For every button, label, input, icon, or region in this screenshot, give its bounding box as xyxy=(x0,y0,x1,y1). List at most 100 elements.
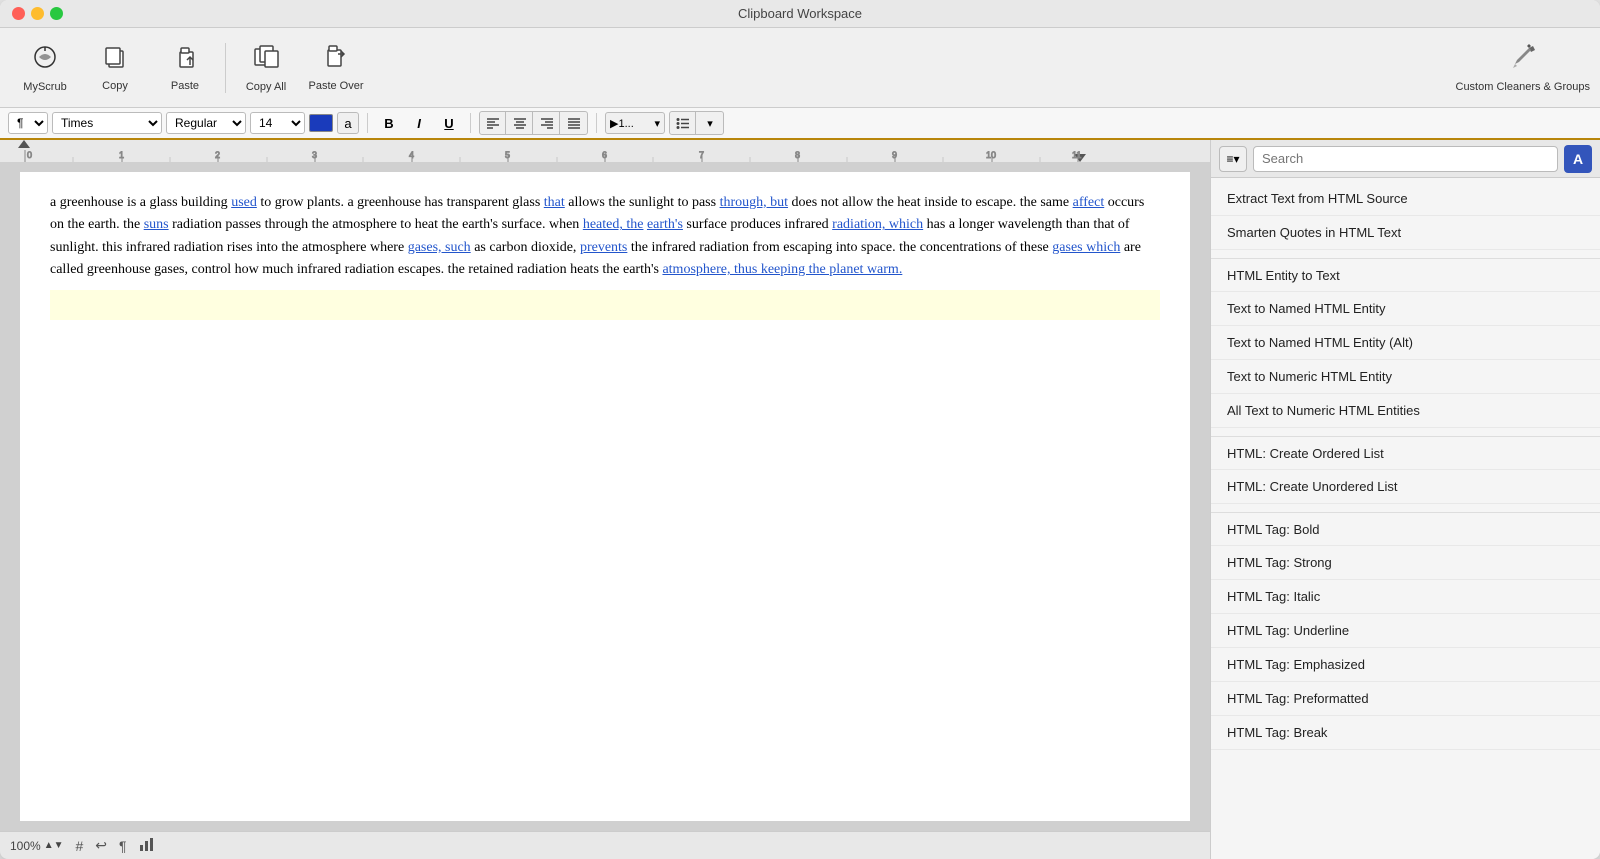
panel-menu-icon: ≡▾ xyxy=(1226,152,1239,166)
return-icon[interactable]: ↩ xyxy=(95,837,107,854)
font-family-select[interactable]: Times Helvetica Arial xyxy=(52,112,162,134)
panel-list-item[interactable]: HTML Tag: Italic xyxy=(1211,580,1600,614)
copy-icon xyxy=(102,44,128,76)
zoom-value: 100% xyxy=(10,839,41,853)
copy-button[interactable]: Copy xyxy=(80,33,150,103)
custom-cleaners-button[interactable]: Custom Cleaners & Groups xyxy=(1456,42,1591,93)
italic-label: I xyxy=(417,116,421,131)
panel-list-item[interactable]: Text to Named HTML Entity (Alt) xyxy=(1211,326,1600,360)
panel-list-item[interactable]: HTML Entity to Text xyxy=(1211,258,1600,292)
link-earths[interactable]: earth's xyxy=(647,217,683,232)
right-panel-header: ≡▾ A xyxy=(1211,140,1600,178)
a-language-icon[interactable]: A xyxy=(1564,145,1592,173)
myscrub-button[interactable]: MyScrub xyxy=(10,33,80,103)
bold-button[interactable]: B xyxy=(376,112,402,134)
paste-icon xyxy=(172,44,198,76)
alignment-group xyxy=(479,111,588,135)
right-panel-list: Extract Text from HTML SourceSmarten Quo… xyxy=(1211,178,1600,859)
link-suns[interactable]: suns xyxy=(144,217,169,232)
panel-list-item[interactable]: HTML Tag: Underline xyxy=(1211,614,1600,648)
paragraph-style-group: ¶ ▼ xyxy=(8,112,48,134)
minimize-button[interactable] xyxy=(31,7,44,20)
editor-paragraph-1: a greenhouse is a glass building used to… xyxy=(50,192,1160,282)
toolbar: MyScrub Copy Paste xyxy=(0,28,1600,108)
link-prevents[interactable]: prevents xyxy=(580,240,627,255)
chart-icon[interactable] xyxy=(139,837,155,854)
link-heated-the[interactable]: heated, the xyxy=(583,217,644,232)
svg-text:9: 9 xyxy=(892,150,897,160)
editor-page[interactable]: a greenhouse is a glass building used to… xyxy=(20,172,1190,821)
zoom-control[interactable]: 100% ▲▼ xyxy=(10,839,64,853)
panel-list-item[interactable]: Smarten Quotes in HTML Text xyxy=(1211,216,1600,250)
pilcrow-icon[interactable]: ¶ xyxy=(119,838,127,854)
svg-text:2: 2 xyxy=(215,150,220,160)
panel-list-item[interactable]: Text to Named HTML Entity xyxy=(1211,292,1600,326)
svg-text:1: 1 xyxy=(119,150,124,160)
svg-text:6: 6 xyxy=(602,150,607,160)
link-radiation-which[interactable]: radiation, which xyxy=(832,217,923,232)
custom-cleaners-label: Custom Cleaners & Groups xyxy=(1456,81,1591,93)
char-format-button[interactable]: a xyxy=(337,112,359,134)
format-divider-2 xyxy=(470,113,471,133)
numbered-list-chevron: ▾ xyxy=(654,117,660,130)
editor-container: 0 1 2 3 4 5 6 7 xyxy=(0,140,1210,859)
ruler: 0 1 2 3 4 5 6 7 xyxy=(0,140,1210,162)
close-button[interactable] xyxy=(12,7,25,20)
panel-list-item[interactable]: HTML: Create Ordered List xyxy=(1211,436,1600,470)
panel-list-item[interactable]: HTML Tag: Bold xyxy=(1211,512,1600,546)
char-format-label: a xyxy=(344,116,351,131)
title-bar: Clipboard Workspace xyxy=(0,0,1600,28)
align-right-button[interactable] xyxy=(534,112,560,134)
numbered-list-dropdown[interactable]: ▶1... ▾ xyxy=(605,112,665,134)
align-center-button[interactable] xyxy=(507,112,533,134)
align-justify-button[interactable] xyxy=(561,112,587,134)
link-gases-which[interactable]: gases which xyxy=(1052,240,1120,255)
bullet-list-button[interactable] xyxy=(670,112,696,134)
paste-over-label: Paste Over xyxy=(308,80,363,92)
paragraph-style-select[interactable]: ¶ ▼ xyxy=(8,112,48,134)
copy-all-label: Copy All xyxy=(246,81,286,93)
font-size-select[interactable]: 14 10 12 16 18 xyxy=(250,112,305,134)
zoom-stepper-icon[interactable]: ▲▼ xyxy=(44,840,64,851)
link-affect[interactable]: affect xyxy=(1073,195,1105,210)
copy-all-button[interactable]: Copy All xyxy=(231,33,301,103)
paste-over-button[interactable]: Paste Over xyxy=(301,33,371,103)
svg-text:8: 8 xyxy=(795,150,800,160)
format-bar: ¶ ▼ Times Helvetica Arial Regular Bold I… xyxy=(0,108,1600,140)
panel-menu-button[interactable]: ≡▾ xyxy=(1219,146,1247,172)
search-input[interactable] xyxy=(1262,151,1549,166)
link-through-but[interactable]: through, but xyxy=(720,195,788,210)
list-chevron-button[interactable]: ▾ xyxy=(697,112,723,134)
panel-list-item[interactable]: All Text to Numeric HTML Entities xyxy=(1211,394,1600,428)
copy-all-icon xyxy=(252,43,280,77)
align-left-button[interactable] xyxy=(480,112,506,134)
font-style-select[interactable]: Regular Bold Italic xyxy=(166,112,246,134)
panel-list-item[interactable]: HTML Tag: Strong xyxy=(1211,546,1600,580)
panel-list-item[interactable]: HTML Tag: Break xyxy=(1211,716,1600,750)
copy-label: Copy xyxy=(102,80,128,92)
window-controls[interactable] xyxy=(12,7,63,20)
underline-label: U xyxy=(444,116,453,131)
custom-cleaners-icon xyxy=(1507,42,1539,81)
numbered-list-label: ▶1... xyxy=(610,117,634,130)
format-divider-3 xyxy=(596,113,597,133)
panel-list-item[interactable]: Text to Numeric HTML Entity xyxy=(1211,360,1600,394)
hash-icon[interactable]: # xyxy=(76,838,84,854)
format-divider-1 xyxy=(367,113,368,133)
panel-list-item[interactable]: HTML Tag: Emphasized xyxy=(1211,648,1600,682)
italic-button[interactable]: I xyxy=(406,112,432,134)
panel-list-item[interactable]: HTML Tag: Preformatted xyxy=(1211,682,1600,716)
link-that[interactable]: that xyxy=(544,195,565,210)
link-atmosphere-thus[interactable]: atmosphere, thus keeping the planet warm… xyxy=(662,262,902,277)
link-gases-such[interactable]: gases, such xyxy=(408,240,471,255)
svg-text:10: 10 xyxy=(986,150,996,160)
panel-list-item[interactable]: HTML: Create Unordered List xyxy=(1211,470,1600,504)
highlight-region xyxy=(50,290,1160,320)
underline-button[interactable]: U xyxy=(436,112,462,134)
paste-button[interactable]: Paste xyxy=(150,33,220,103)
link-used[interactable]: used xyxy=(231,195,257,210)
panel-list-item[interactable]: Extract Text from HTML Source xyxy=(1211,182,1600,216)
text-color-swatch[interactable] xyxy=(309,114,333,132)
bold-label: B xyxy=(384,116,393,131)
maximize-button[interactable] xyxy=(50,7,63,20)
